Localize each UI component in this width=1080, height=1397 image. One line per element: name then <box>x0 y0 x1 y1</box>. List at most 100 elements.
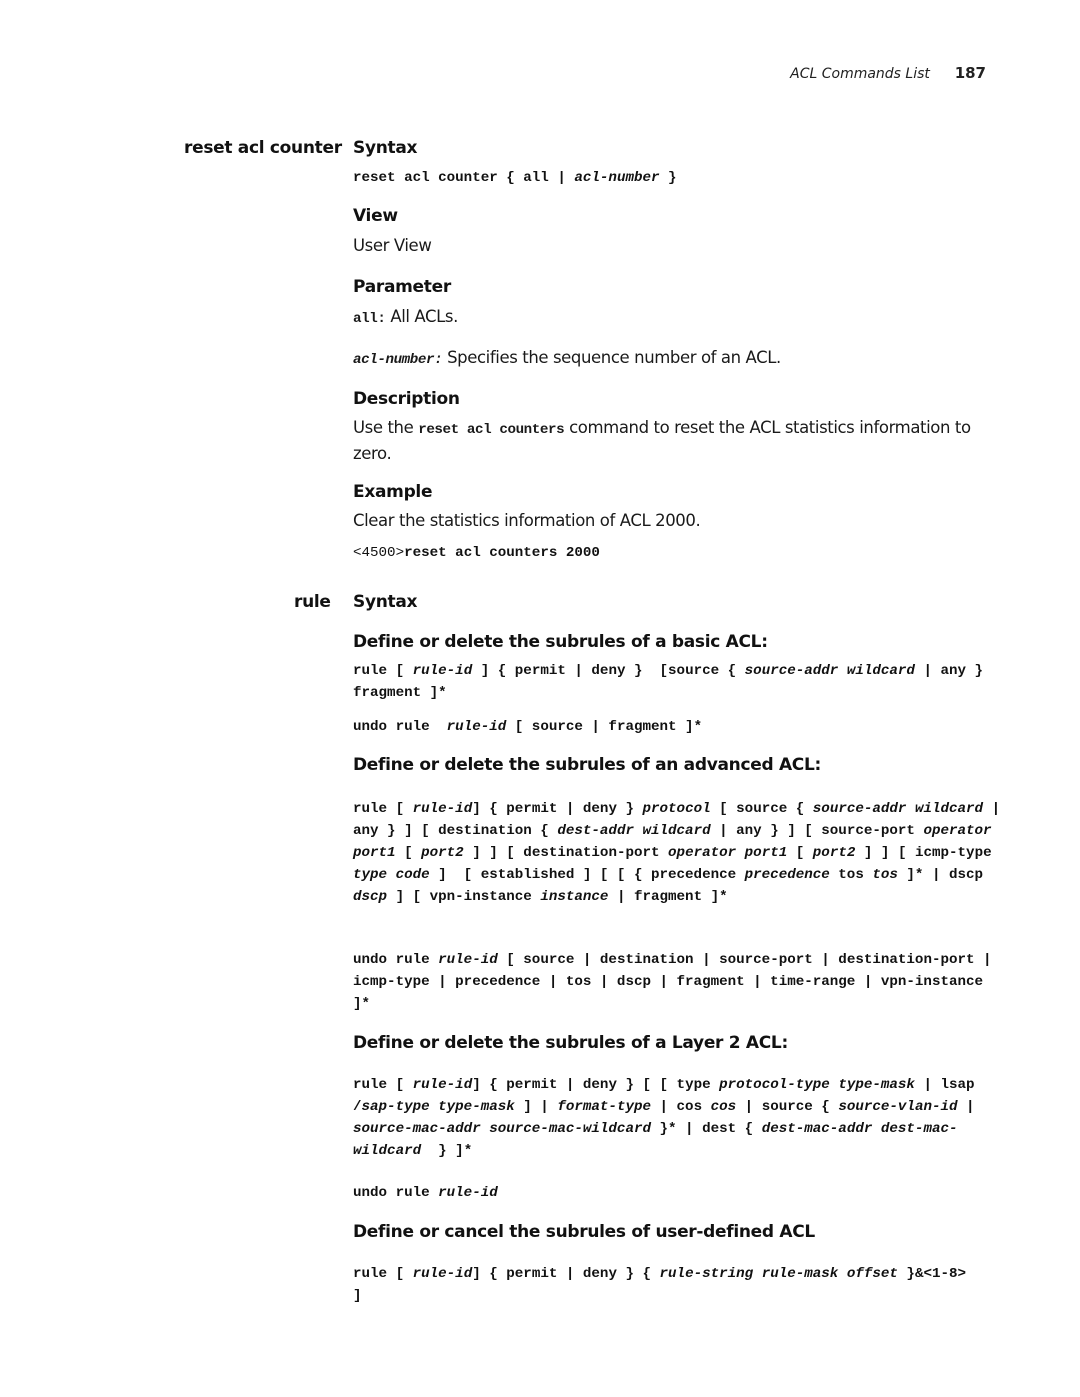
parameter-term: all: <box>353 311 386 327</box>
code-argument: rule-id <box>446 719 507 735</box>
code-keyword: ]* | dscp <box>897 867 992 883</box>
code-line: rule [ rule-id] { permit | deny } { rule… <box>353 1263 983 1307</box>
code-keyword: <4500> <box>353 545 405 561</box>
code-keyword: undo rule <box>353 952 439 968</box>
code-keyword: rule [ <box>353 1077 413 1093</box>
code-keyword: }* | dest { <box>651 1121 762 1137</box>
code-keyword: tos <box>829 867 873 883</box>
code-argument: precedence <box>744 867 830 883</box>
example-heading: Example <box>353 482 433 502</box>
syntax-heading: Syntax <box>353 592 418 612</box>
code-keyword: ] { permit | deny } <box>472 801 643 817</box>
view-heading: View <box>353 206 398 226</box>
layer2-acl-undo: undo rule rule-id <box>353 1182 1003 1204</box>
code-keyword: rule [ <box>353 663 413 679</box>
code-keyword: | cos <box>651 1099 711 1115</box>
code-keyword: rule [ <box>353 801 413 817</box>
basic-acl-heading: Define or delete the subrules of a basic… <box>353 632 768 652</box>
code-argument: sap-type type-mask <box>361 1099 515 1115</box>
code-line: undo rule rule-id [ source | fragment ]* <box>353 716 1003 738</box>
code-keyword: ] { permit | deny } [ [ type <box>472 1077 720 1093</box>
code-line: rule [ rule-id ] { permit | deny } [sour… <box>353 660 993 704</box>
syntax-heading: Syntax <box>353 138 418 158</box>
running-title: ACL Commands List <box>790 66 930 82</box>
command-name-rule: rule <box>294 592 331 612</box>
code-argument: source-vlan-id <box>838 1099 958 1115</box>
code-keyword: undo rule <box>353 1185 439 1201</box>
user-defined-acl-code: rule [ rule-id] { permit | deny } { rule… <box>353 1263 983 1307</box>
code-argument: source-addr wildcard <box>812 801 984 817</box>
code-keyword: | <box>957 1099 984 1115</box>
code-keyword: [ source | fragment ]* <box>506 719 703 735</box>
code-argument: rule-string rule-mask offset <box>659 1266 898 1282</box>
code-argument: format-type <box>557 1099 651 1115</box>
parameter-desc: Specifies the sequence number of an ACL. <box>442 348 781 367</box>
code-keyword: reset acl counter { all | <box>353 170 575 186</box>
code-keyword: } <box>659 170 677 186</box>
code-line: undo rule rule-id [ source | destination… <box>353 949 993 1015</box>
layer2-acl-code: rule [ rule-id] { permit | deny } [ [ ty… <box>353 1074 998 1162</box>
code-keyword: [ source { <box>710 801 813 817</box>
code-argument: acl-number <box>574 170 660 186</box>
user-defined-acl-heading: Define or cancel the subrules of user-de… <box>353 1222 815 1242</box>
description-text: Use the reset acl counters command to re… <box>353 416 1003 466</box>
code-argument: source-addr wildcard <box>744 663 915 679</box>
code-keyword: | source { <box>736 1099 839 1115</box>
advanced-acl-code: rule [ rule-id] { permit | deny } protoc… <box>353 798 1001 908</box>
code-argument: type code <box>353 867 430 883</box>
code-line: reset acl counter { all | acl-number } <box>353 167 1003 189</box>
code-line: rule [ rule-id] { permit | deny } [ [ ty… <box>353 1074 998 1162</box>
parameter-heading: Parameter <box>353 277 451 297</box>
code-line: rule [ rule-id] { permit | deny } protoc… <box>353 798 1001 908</box>
code-argument: operator port1 <box>668 845 788 861</box>
code-keyword: | fragment ]* <box>608 889 728 905</box>
description-code: reset acl counters <box>418 422 565 438</box>
code-keyword: ] | <box>514 1099 558 1115</box>
parameter-term: acl-number: <box>353 352 443 368</box>
syntax-code: reset acl counter { all | acl-number } <box>353 167 1003 189</box>
code-argument: dscp <box>353 889 388 905</box>
parameter-acl-number: acl-number: Specifies the sequence numbe… <box>353 346 1003 372</box>
code-argument: source-mac-addr source-mac-wildcard <box>353 1121 651 1137</box>
description-heading: Description <box>353 389 460 409</box>
basic-acl-code: rule [ rule-id ] { permit | deny } [sour… <box>353 660 993 704</box>
code-keyword: ] ] [ icmp-type <box>855 845 1001 861</box>
code-keyword: } ]* <box>421 1143 473 1159</box>
code-keyword: undo rule <box>353 719 447 735</box>
advanced-acl-undo: undo rule rule-id [ source | destination… <box>353 949 993 1015</box>
parameter-desc: All ACLs. <box>385 307 458 326</box>
code-keyword: reset acl counters 2000 <box>404 545 600 561</box>
code-line: <4500>reset acl counters 2000 <box>353 542 1003 564</box>
example-code: <4500>reset acl counters 2000 <box>353 542 1003 564</box>
code-argument: rule-id <box>412 663 473 679</box>
code-keyword: ] [ established ] [ [ { precedence <box>429 867 745 883</box>
description-pre: Use the <box>353 418 419 437</box>
code-argument: protocol-type type-mask <box>719 1077 915 1093</box>
code-keyword: ] ] [ destination-port <box>463 845 669 861</box>
code-argument: port2 <box>421 845 464 861</box>
code-keyword: ] [ vpn-instance <box>387 889 541 905</box>
view-text: User View <box>353 236 432 255</box>
code-keyword: ] { permit | deny } { <box>472 1266 660 1282</box>
code-argument: rule-id <box>438 1185 498 1201</box>
advanced-acl-heading: Define or delete the subrules of an adva… <box>353 755 822 775</box>
code-argument: protocol <box>642 801 711 817</box>
code-keyword: ] { permit | deny } [source { <box>472 663 745 679</box>
page-number: 187 <box>954 64 986 82</box>
parameter-all: all: All ACLs. <box>353 305 1003 331</box>
code-line: undo rule rule-id <box>353 1182 1003 1204</box>
layer2-acl-heading: Define or delete the subrules of a Layer… <box>353 1033 788 1053</box>
command-name-reset-acl-counter: reset acl counter <box>184 138 342 158</box>
code-argument: dest-addr wildcard <box>557 823 711 839</box>
code-keyword: [ <box>787 845 813 861</box>
code-argument: rule-id <box>412 1077 473 1093</box>
code-keyword: [ <box>395 845 422 861</box>
code-argument: rule-id <box>412 1266 473 1282</box>
code-argument: cos <box>710 1099 737 1115</box>
code-argument: rule-id <box>412 801 473 817</box>
code-argument: port2 <box>812 845 856 861</box>
page-header: ACL Commands List 187 <box>790 64 986 82</box>
basic-acl-undo: undo rule rule-id [ source | fragment ]* <box>353 716 1003 738</box>
code-keyword: rule [ <box>353 1266 413 1282</box>
code-keyword: | any } ] [ source-port <box>710 823 924 839</box>
